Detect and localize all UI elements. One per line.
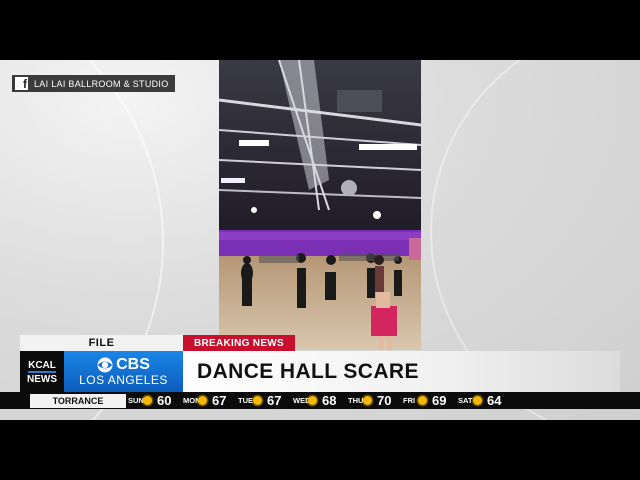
day-temp: 60 — [157, 393, 172, 408]
forecast-day: THU 70 — [348, 392, 403, 409]
forecast-day: TUE 67 — [238, 392, 293, 409]
day-name: THU — [348, 396, 364, 405]
cbs-los-angeles-logo: CBS LOS ANGELES — [64, 351, 183, 393]
sun-icon — [198, 396, 207, 405]
cbs-text: CBS — [116, 356, 150, 373]
day-temp: 67 — [212, 393, 227, 408]
day-temp: 69 — [432, 393, 447, 408]
sun-icon — [418, 396, 427, 405]
city-label: TORRANCE — [30, 393, 126, 408]
sun-icon — [253, 396, 262, 405]
day-name: FRI — [403, 396, 416, 405]
day-temp: 67 — [267, 393, 282, 408]
news-logo-text: NEWS — [27, 373, 57, 385]
sun-icon — [308, 396, 317, 405]
broadcast-frame: f LAI LAI BALLROOM & STUDIO FILE KCAL NE… — [0, 60, 640, 420]
day-name: WED — [293, 396, 311, 405]
kcal-news-logo: KCAL NEWS — [20, 351, 64, 393]
source-credit-text: LAI LAI BALLROOM & STUDIO — [34, 78, 169, 89]
forecast-day: WED 68 — [293, 392, 348, 409]
day-temp: 70 — [377, 393, 392, 408]
headline-text: DANCE HALL SCARE — [197, 360, 419, 383]
ballroom-scene — [219, 60, 421, 350]
kcal-logo-text: KCAL — [28, 359, 56, 373]
file-tag: FILE — [20, 335, 183, 351]
day-temp: 68 — [322, 393, 337, 408]
day-name: SUN — [128, 396, 144, 405]
day-temp: 64 — [487, 393, 502, 408]
forecast-day: SAT 64 — [458, 392, 513, 409]
breaking-news-tag: BREAKING NEWS — [183, 335, 295, 351]
day-name: MON — [183, 396, 201, 405]
sun-icon — [363, 396, 372, 405]
headline-bar: DANCE HALL SCARE — [183, 351, 620, 393]
forecast-day: SUN 60 — [128, 392, 183, 409]
weather-ticker: TORRANCE SUN 60 MON 67 TUE 67 WED 68 THU 70 F… — [0, 392, 640, 409]
dance-hall-video — [219, 60, 421, 350]
sun-icon — [473, 396, 482, 405]
sun-icon — [143, 396, 152, 405]
cbs-eye-icon — [97, 357, 113, 373]
forecast-day: MON 67 — [183, 392, 238, 409]
day-name: TUE — [238, 396, 253, 405]
los-angeles-text: LOS ANGELES — [79, 373, 168, 387]
lower-third: FILE KCAL NEWS CBS LOS ANGELES BREAKING … — [20, 335, 620, 393]
facebook-icon: f — [15, 77, 28, 90]
day-name: SAT — [458, 396, 473, 405]
forecast-days: SUN 60 MON 67 TUE 67 WED 68 THU 70 FRI 69 SAT 6… — [128, 392, 513, 409]
cbs-wordmark: CBS — [97, 357, 150, 373]
forecast-day: FRI 69 — [403, 392, 458, 409]
source-credit: f LAI LAI BALLROOM & STUDIO — [12, 75, 175, 92]
